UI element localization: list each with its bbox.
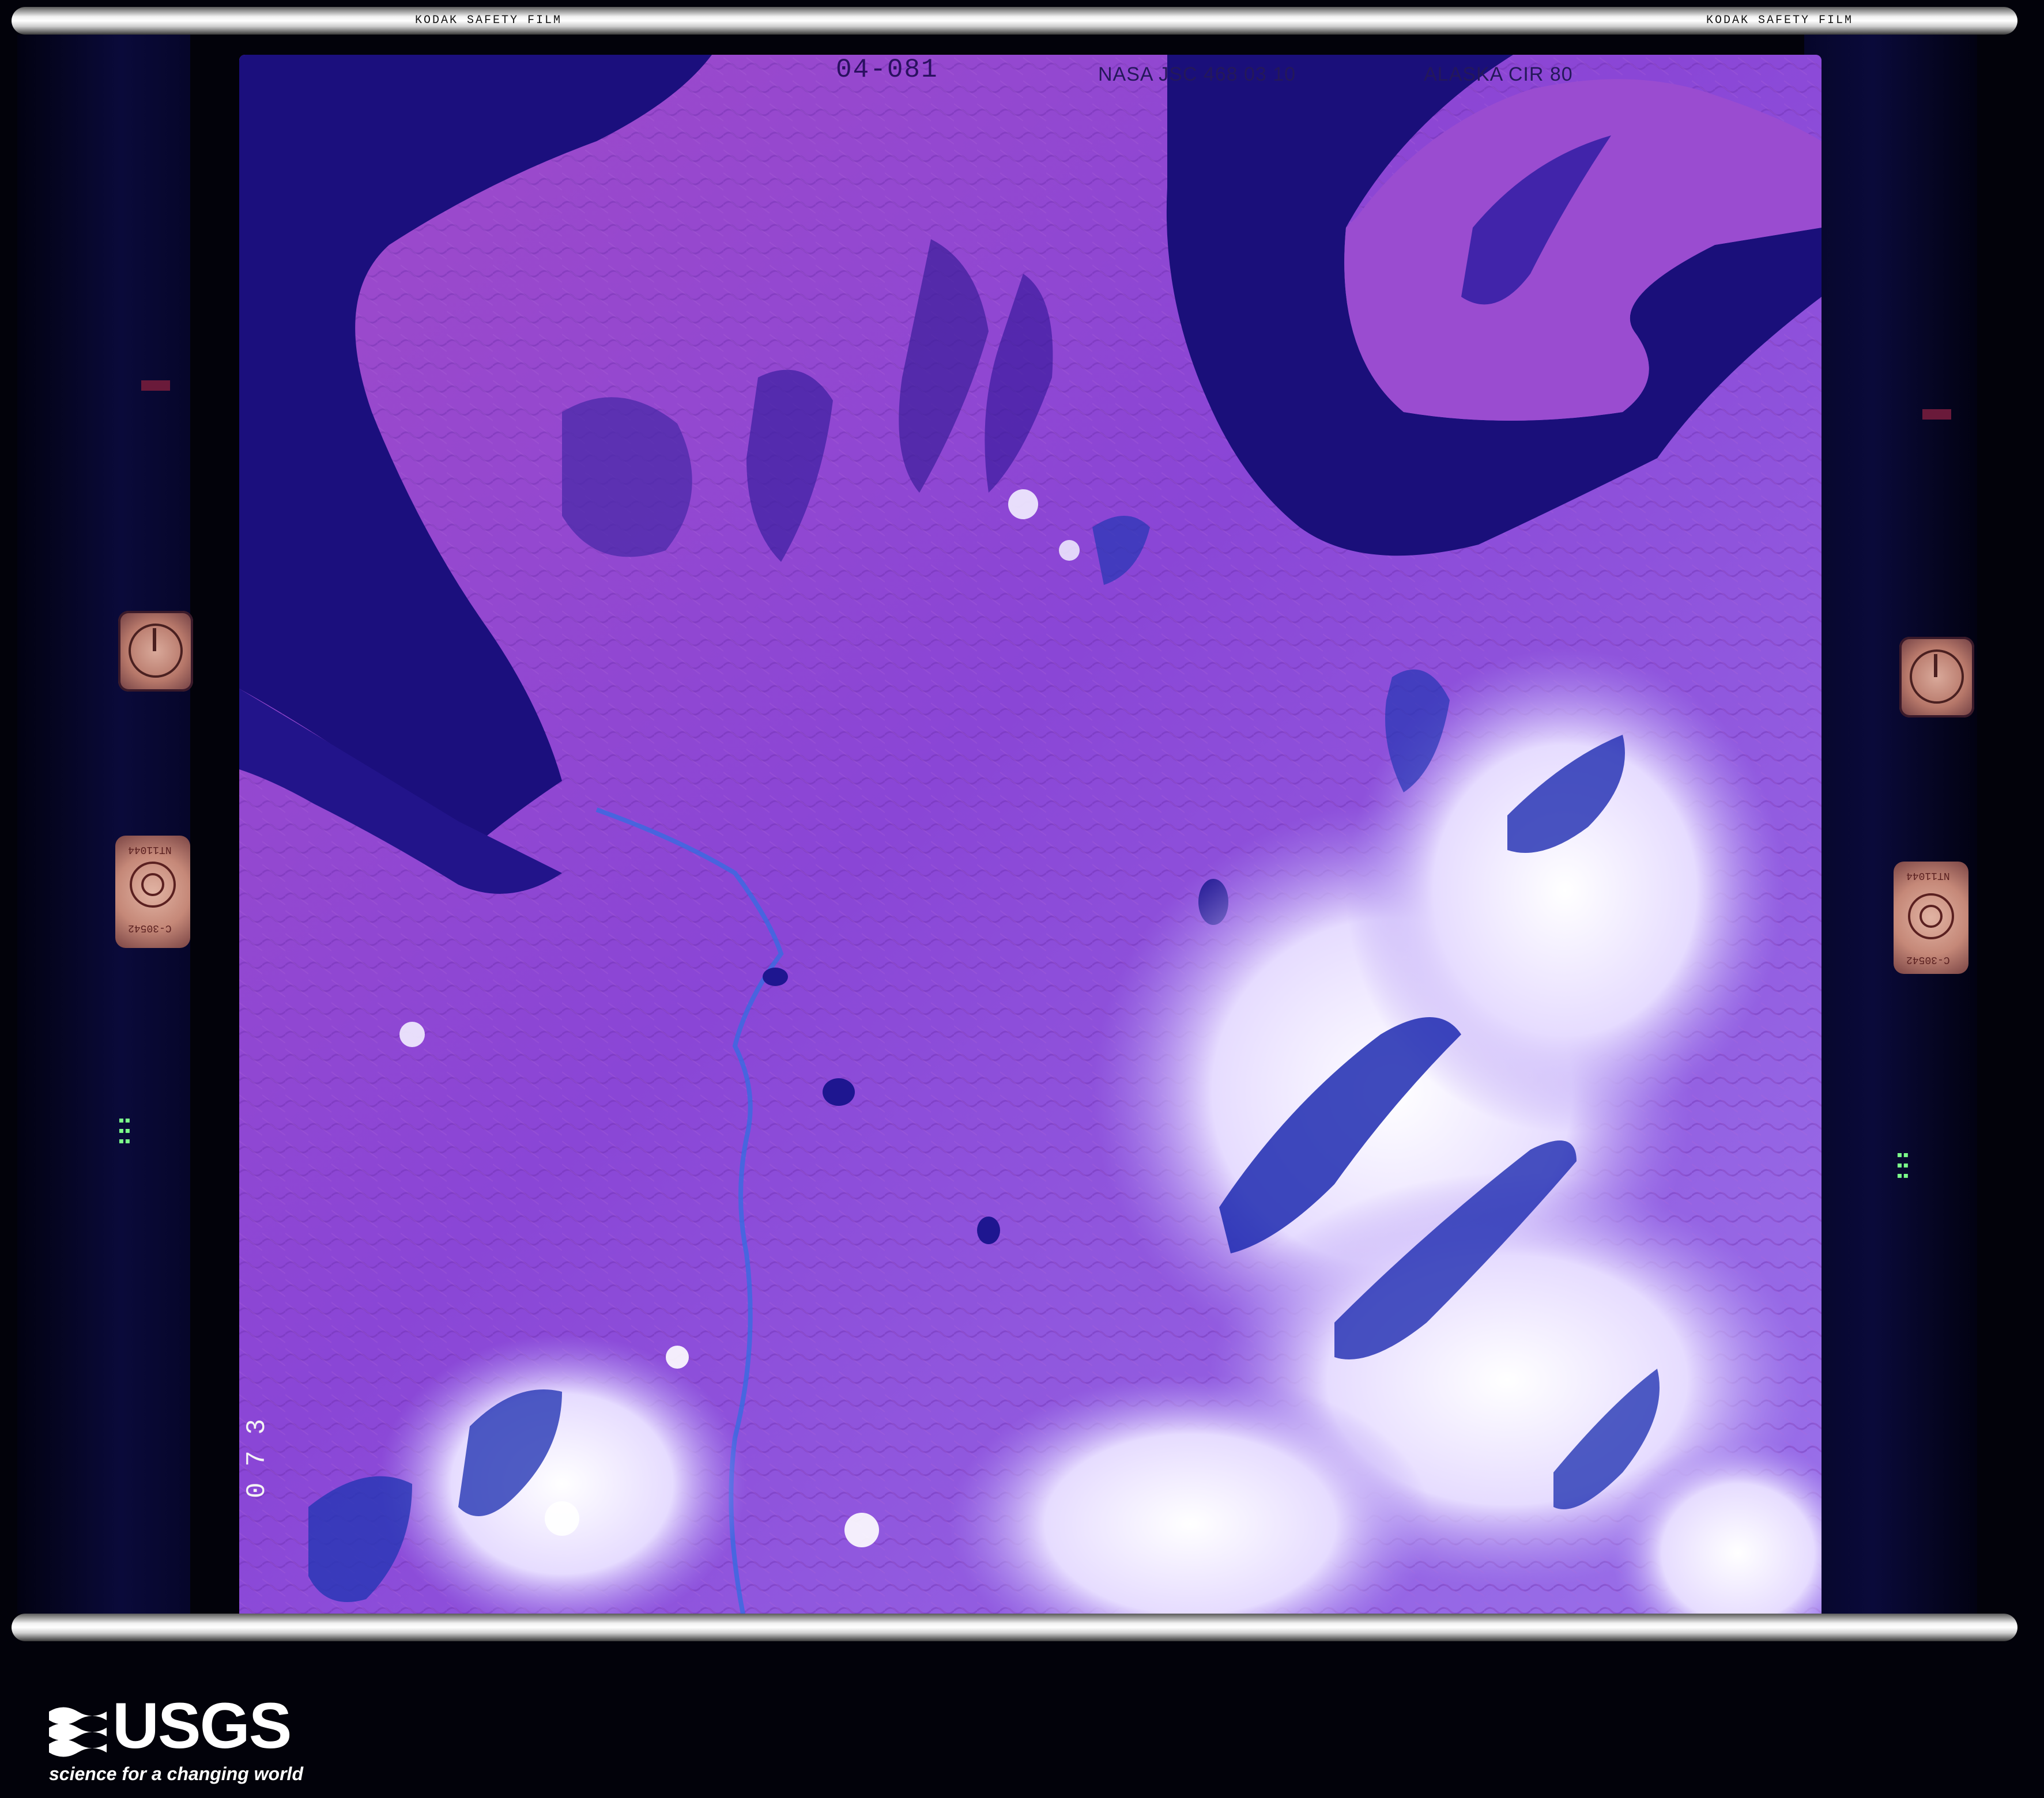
calibration-target-left: NT11044 C-30542: [115, 836, 190, 948]
target-ring-inner-icon: [141, 873, 164, 896]
film-strip-left: [17, 35, 190, 1614]
target-code-top: NT11044: [128, 844, 172, 855]
agency-meta-label: NASA JSC 468 03 10: [1098, 63, 1296, 85]
data-block-dots-left: ▪▪ ▪▪ ▪▪: [118, 1114, 131, 1147]
calibration-target-right: NT11044 C-30542: [1894, 862, 1968, 974]
clock-hand-icon: [153, 628, 156, 651]
target-code-bottom: C-30542: [128, 922, 172, 934]
film-edge-label-right: KODAK SAFETY FILM: [1706, 14, 1854, 27]
target-ring-inner-icon: [1919, 905, 1943, 928]
region-label: ALASKA CIR 80: [1424, 63, 1573, 85]
registration-mark-left: [141, 380, 170, 391]
target-code-bottom: C-30542: [1906, 954, 1950, 965]
usgs-tagline: science for a changing world: [49, 1763, 303, 1784]
clock-gauge-left: [118, 611, 193, 692]
film-rail-bottom: [12, 1614, 2017, 1641]
registration-mark-right: [1922, 409, 1951, 420]
usgs-wordmark: USGS: [112, 1690, 292, 1762]
film-strip-right: [1804, 35, 1977, 1614]
film-scan-background: KODAK SAFETY FILM KODAK SAFETY FILM NT11…: [0, 0, 2044, 1798]
clock-hand-icon: [1934, 654, 1937, 677]
usgs-wave-icon: [49, 1707, 107, 1757]
mission-id-label: 04-081: [836, 55, 938, 85]
film-edge-label: KODAK SAFETY FILM: [415, 14, 563, 27]
clock-gauge-right: [1899, 637, 1974, 717]
frame-number-label: 0 7 3: [242, 1419, 272, 1498]
color-infrared-terrain-image: [239, 55, 1822, 1631]
data-block-dots-right: ▪▪ ▪▪ ▪▪: [1896, 1149, 1909, 1181]
aerial-photo-frame: [239, 55, 1822, 1631]
target-code-top: NT11044: [1906, 870, 1950, 881]
